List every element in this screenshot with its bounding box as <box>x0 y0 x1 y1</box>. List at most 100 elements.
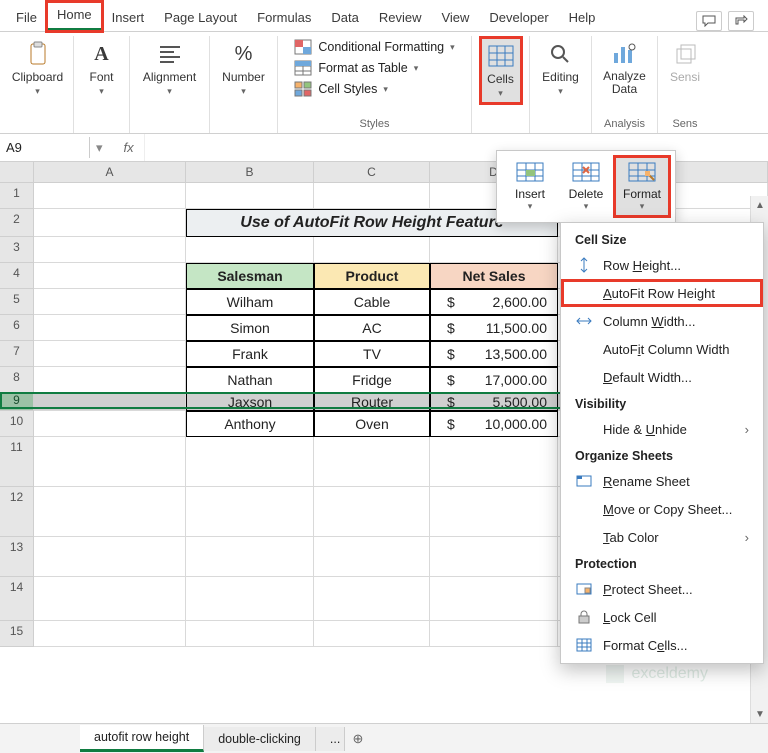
tab-view[interactable]: View <box>431 5 479 31</box>
row-header[interactable]: 4 <box>0 263 34 289</box>
delete-cells-label: Delete <box>569 187 604 201</box>
table-cell[interactable]: Cable <box>314 289 430 315</box>
sheet-tab[interactable]: double-clicking <box>204 727 316 751</box>
analyze-data-button[interactable]: Analyze Data <box>598 38 651 98</box>
tab-file[interactable]: File <box>6 5 47 31</box>
select-all-corner[interactable] <box>0 162 34 183</box>
menu-autofit-column-width[interactable]: AutoFit Column Width <box>561 335 763 363</box>
table-header[interactable]: Net Sales <box>430 263 558 289</box>
menu-section-organize: Organize Sheets <box>561 443 763 467</box>
table-cell[interactable]: 13,500.00 <box>430 341 558 367</box>
cells-button[interactable]: Cells ▾ <box>481 38 521 103</box>
row-header[interactable]: 1 <box>0 183 34 209</box>
row-header[interactable]: 15 <box>0 621 34 647</box>
cell-styles-button[interactable]: Cell Styles ▾ <box>294 80 454 98</box>
col-header-a[interactable]: A <box>34 162 186 183</box>
tab-developer[interactable]: Developer <box>479 5 558 31</box>
table-cell[interactable]: AC <box>314 315 430 341</box>
lock-icon <box>575 609 593 625</box>
tab-home[interactable]: Home <box>47 2 102 31</box>
table-cell[interactable]: Fridge <box>314 367 430 393</box>
row-header[interactable]: 3 <box>0 237 34 263</box>
conditional-formatting-label: Conditional Formatting <box>318 40 444 54</box>
table-header[interactable]: Salesman <box>186 263 314 289</box>
tab-data[interactable]: Data <box>321 5 368 31</box>
sensitivity-button[interactable]: Sensi <box>666 38 704 86</box>
menu-autofit-row-height[interactable]: AutoFit Row Height <box>561 279 763 307</box>
tab-help[interactable]: Help <box>559 5 606 31</box>
editing-button[interactable]: Editing ▾ <box>538 38 583 99</box>
search-icon <box>546 40 574 68</box>
table-cell[interactable]: 10,000.00 <box>430 411 558 437</box>
menu-default-width[interactable]: Default Width... <box>561 363 763 391</box>
conditional-formatting-button[interactable]: Conditional Formatting ▾ <box>294 38 454 56</box>
number-button[interactable]: % Number ▾ <box>218 38 269 99</box>
tab-page-layout[interactable]: Page Layout <box>154 5 247 31</box>
format-as-table-button[interactable]: Format as Table ▾ <box>294 59 454 77</box>
cell-styles-icon <box>294 81 312 97</box>
row-header[interactable]: 7 <box>0 341 34 367</box>
table-cell[interactable]: Nathan <box>186 367 314 393</box>
comments-icon[interactable] <box>696 11 722 31</box>
menu-protect-sheet[interactable]: Protect Sheet... <box>561 575 763 603</box>
row-header[interactable]: 13 <box>0 537 34 577</box>
table-cell[interactable]: Anthony <box>186 411 314 437</box>
menu-lock-cell[interactable]: Lock Cell <box>561 603 763 631</box>
table-cell[interactable]: Simon <box>186 315 314 341</box>
sens-group-label: Sens <box>664 116 706 131</box>
table-cell[interactable]: TV <box>314 341 430 367</box>
analyze-data-icon <box>611 40 639 68</box>
row-header[interactable]: 11 <box>0 437 34 487</box>
col-header-b[interactable]: B <box>186 162 314 183</box>
tab-review[interactable]: Review <box>369 5 432 31</box>
name-box[interactable]: A9 <box>0 137 90 158</box>
row-header[interactable]: 6 <box>0 315 34 341</box>
row-header[interactable]: 8 <box>0 367 34 393</box>
cell-styles-label: Cell Styles <box>318 82 377 96</box>
table-cell[interactable]: Jaxson <box>186 393 314 411</box>
tab-formulas[interactable]: Formulas <box>247 5 321 31</box>
scroll-up-icon[interactable]: ▲ <box>751 196 768 214</box>
row-header[interactable]: 2 <box>0 209 34 237</box>
format-cells-button[interactable]: Format▾ <box>615 157 669 216</box>
scroll-down-icon[interactable]: ▼ <box>751 705 768 723</box>
format-as-table-label: Format as Table <box>318 61 407 75</box>
menu-rename-sheet[interactable]: Rename Sheet <box>561 467 763 495</box>
table-cell[interactable]: Router <box>314 393 430 411</box>
menu-move-copy-sheet[interactable]: Move or Copy Sheet... <box>561 495 763 523</box>
insert-cells-button[interactable]: Insert▾ <box>503 157 557 216</box>
table-cell[interactable]: Frank <box>186 341 314 367</box>
fx-icon[interactable]: fx <box>114 140 144 155</box>
alignment-button[interactable]: Alignment ▾ <box>139 38 200 99</box>
table-cell[interactable]: 5,500.00 <box>430 393 558 411</box>
rename-sheet-icon <box>575 473 593 489</box>
menu-format-cells[interactable]: Format Cells... <box>561 631 763 659</box>
table-cell[interactable]: Oven <box>314 411 430 437</box>
delete-cells-button[interactable]: Delete▾ <box>559 157 613 216</box>
menu-tab-color[interactable]: Tab Color› <box>561 523 763 551</box>
sheet-tab-active[interactable]: autofit row height <box>80 725 204 752</box>
row-header[interactable]: 14 <box>0 577 34 621</box>
menu-row-height[interactable]: Row Height... <box>561 251 763 279</box>
row-header[interactable]: 12 <box>0 487 34 537</box>
cells-label: Cells <box>487 72 514 86</box>
row-header[interactable]: 5 <box>0 289 34 315</box>
table-header[interactable]: Product <box>314 263 430 289</box>
delete-cells-icon <box>571 161 601 185</box>
row-header-selected[interactable]: 9 <box>0 393 34 411</box>
clipboard-button[interactable]: Clipboard ▾ <box>8 38 67 99</box>
col-header-c[interactable]: C <box>314 162 430 183</box>
table-cell[interactable]: 17,000.00 <box>430 367 558 393</box>
font-button[interactable]: A Font ▾ <box>84 38 120 99</box>
menu-column-width[interactable]: Column Width... <box>561 307 763 335</box>
new-sheet-button[interactable]: ⊕ <box>345 731 371 747</box>
editing-label: Editing <box>542 70 579 84</box>
table-cell[interactable]: 11,500.00 <box>430 315 558 341</box>
table-cell[interactable]: 2,600.00 <box>430 289 558 315</box>
share-icon[interactable] <box>728 11 754 31</box>
table-cell[interactable]: Wilham <box>186 289 314 315</box>
menu-hide-unhide[interactable]: Hide & Unhide› <box>561 415 763 443</box>
sheet-tab-more[interactable]: ... <box>316 727 345 751</box>
row-header[interactable]: 10 <box>0 411 34 437</box>
tab-insert[interactable]: Insert <box>102 5 155 31</box>
